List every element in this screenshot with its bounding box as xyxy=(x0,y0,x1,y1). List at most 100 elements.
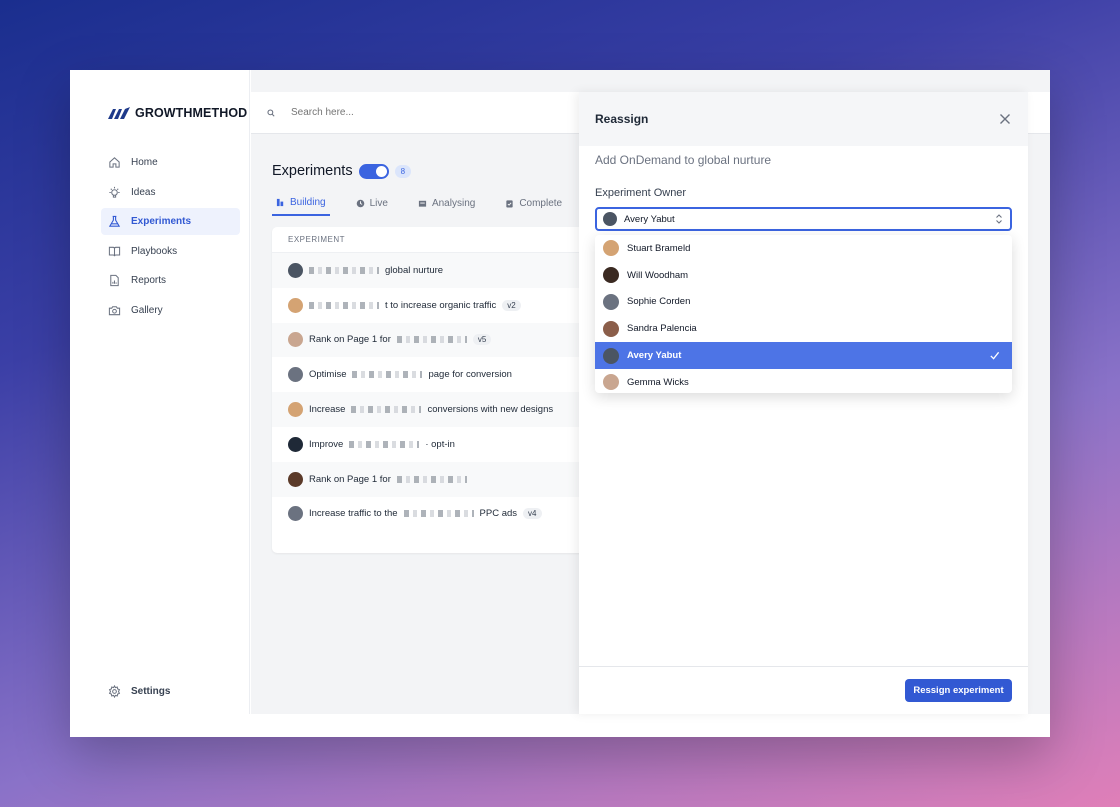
table-row[interactable]: Rank on Page 1 for v5 xyxy=(272,322,592,358)
search-input[interactable] xyxy=(291,107,491,118)
sidebar-item-experiments[interactable]: Experiments xyxy=(101,208,240,235)
table-row[interactable]: Increase conversions with new designs xyxy=(272,392,592,427)
sidebar-item-ideas[interactable]: Ideas xyxy=(101,179,240,206)
tab-live[interactable]: Live xyxy=(352,190,392,216)
redacted-text xyxy=(349,440,420,448)
sidebar-item-label: Experiments xyxy=(131,216,192,227)
book-icon xyxy=(108,246,121,256)
sidebar-item-settings[interactable]: Settings xyxy=(108,685,170,698)
avatar xyxy=(603,293,619,310)
table-row[interactable]: Optimise page for conversion xyxy=(272,357,592,392)
reassign-experiment-button[interactable]: Ressign experiment xyxy=(905,679,1012,702)
avatar xyxy=(603,212,617,226)
panel-header: Reassign xyxy=(579,92,1028,146)
gear-icon xyxy=(108,685,121,698)
avatar xyxy=(288,471,303,487)
sidebar: GROWTHMETHOD Home Ideas Experiments Play… xyxy=(70,70,250,714)
table-row[interactable]: Increase traffic to the PPC ads v4 xyxy=(272,497,592,532)
view-toggle[interactable] xyxy=(358,163,389,179)
avatar xyxy=(603,374,619,391)
sidebar-item-label: Playbooks xyxy=(131,245,178,257)
experiment-name-prefix: Increase xyxy=(309,404,346,416)
selected-owner-value: Avery Yabut xyxy=(624,213,675,225)
owner-option[interactable]: Avery Yabut xyxy=(595,342,1012,369)
avatar xyxy=(288,402,303,418)
building-icon xyxy=(276,198,284,206)
panel-footer-divider xyxy=(579,666,1028,667)
tab-label: Building xyxy=(290,196,326,208)
sidebar-item-home[interactable]: Home xyxy=(101,149,240,176)
owner-option[interactable]: Sandra Palencia xyxy=(595,315,1012,342)
panel-title: Reassign xyxy=(595,112,649,126)
tab-label: Analysing xyxy=(431,197,476,209)
flask-icon xyxy=(108,215,121,227)
growthmethod-logo-icon xyxy=(108,107,130,119)
version-badge: v5 xyxy=(472,334,492,346)
sidebar-item-gallery[interactable]: Gallery xyxy=(101,297,240,324)
owner-option[interactable]: Will Woodham xyxy=(595,262,1012,289)
tab-complete[interactable]: Complete xyxy=(501,190,566,216)
redacted-text xyxy=(309,301,379,309)
experiment-count-badge: 8 xyxy=(394,164,412,178)
table-row[interactable]: t to increase organic traffic v2 xyxy=(272,288,592,323)
table-row[interactable]: Improve · opt-in xyxy=(272,427,592,462)
sidebar-nav: Home Ideas Experiments Playbooks Reports… xyxy=(101,149,240,326)
sidebar-item-label: Reports xyxy=(131,275,167,286)
settings-label: Settings xyxy=(131,686,171,697)
home-icon xyxy=(109,157,120,168)
experiment-name-prefix: Rank on Page 1 for xyxy=(309,334,391,346)
redacted-text xyxy=(403,510,474,518)
experiment-name-suffix: · opt-in xyxy=(425,438,455,450)
owner-option-label: Gemma Wicks xyxy=(627,376,689,388)
tab-label: Live xyxy=(369,197,388,209)
avatar xyxy=(288,332,303,348)
avatar xyxy=(603,347,619,364)
owner-option[interactable]: Gemma Wicks xyxy=(595,369,1012,393)
sidebar-item-reports[interactable]: Reports xyxy=(101,267,240,294)
sidebar-item-playbooks[interactable]: Playbooks xyxy=(101,238,240,265)
experiment-name-prefix: Improve xyxy=(309,438,344,450)
avatar xyxy=(288,506,303,522)
sidebar-item-label: Ideas xyxy=(131,186,156,198)
owner-option[interactable]: Sophie Corden xyxy=(595,289,1012,316)
logo-text: GROWTHMETHOD xyxy=(135,106,248,120)
experiment-name-suffix: page for conversion xyxy=(428,369,512,381)
sidebar-item-label: Home xyxy=(131,157,158,168)
avatar xyxy=(603,320,619,337)
sidebar-item-label: Gallery xyxy=(131,304,163,316)
app-window: GROWTHMETHOD Home Ideas Experiments Play… xyxy=(70,70,1050,737)
tab-label: Complete xyxy=(519,197,563,209)
redacted-text xyxy=(396,475,467,483)
table-row[interactable]: Rank on Page 1 for xyxy=(272,461,592,497)
experiments-table: EXPERIMENT global nurture t to increase o… xyxy=(272,227,592,553)
tab-analysing[interactable]: Analysing xyxy=(414,190,479,216)
lightbulb-icon xyxy=(109,186,120,198)
status-tabs: Building Live Analysing Complete xyxy=(272,190,588,216)
redacted-text xyxy=(309,266,379,274)
avatar xyxy=(288,436,303,452)
panel-subtitle: Add OnDemand to global nurture xyxy=(595,153,772,167)
logo[interactable]: GROWTHMETHOD xyxy=(107,106,247,120)
table-body: global nurture t to increase organic traf… xyxy=(272,253,592,531)
avatar xyxy=(288,262,303,278)
avatar xyxy=(288,297,303,313)
inbox-icon xyxy=(418,200,427,207)
page-title: Experiments xyxy=(272,163,353,179)
owner-option[interactable]: Stuart Brameld xyxy=(595,235,1012,262)
camera-icon xyxy=(108,305,121,315)
clock-icon xyxy=(356,199,364,207)
report-icon xyxy=(110,274,119,287)
avatar xyxy=(288,367,303,383)
owner-option-label: Sandra Palencia xyxy=(627,323,697,335)
page-header: Experiments 8 xyxy=(272,163,412,179)
experiment-name-prefix: Optimise xyxy=(309,369,347,381)
avatar xyxy=(603,267,619,284)
tab-building[interactable]: Building xyxy=(272,190,330,216)
owner-select[interactable]: Avery Yabut xyxy=(595,207,1012,231)
redacted-text xyxy=(352,371,423,379)
table-row[interactable]: global nurture xyxy=(272,253,592,288)
close-icon[interactable] xyxy=(998,112,1012,126)
experiment-name-suffix: PPC ads xyxy=(479,508,518,520)
checkmark-icon xyxy=(990,352,1000,360)
experiment-name-prefix: Increase traffic to the xyxy=(309,508,398,520)
